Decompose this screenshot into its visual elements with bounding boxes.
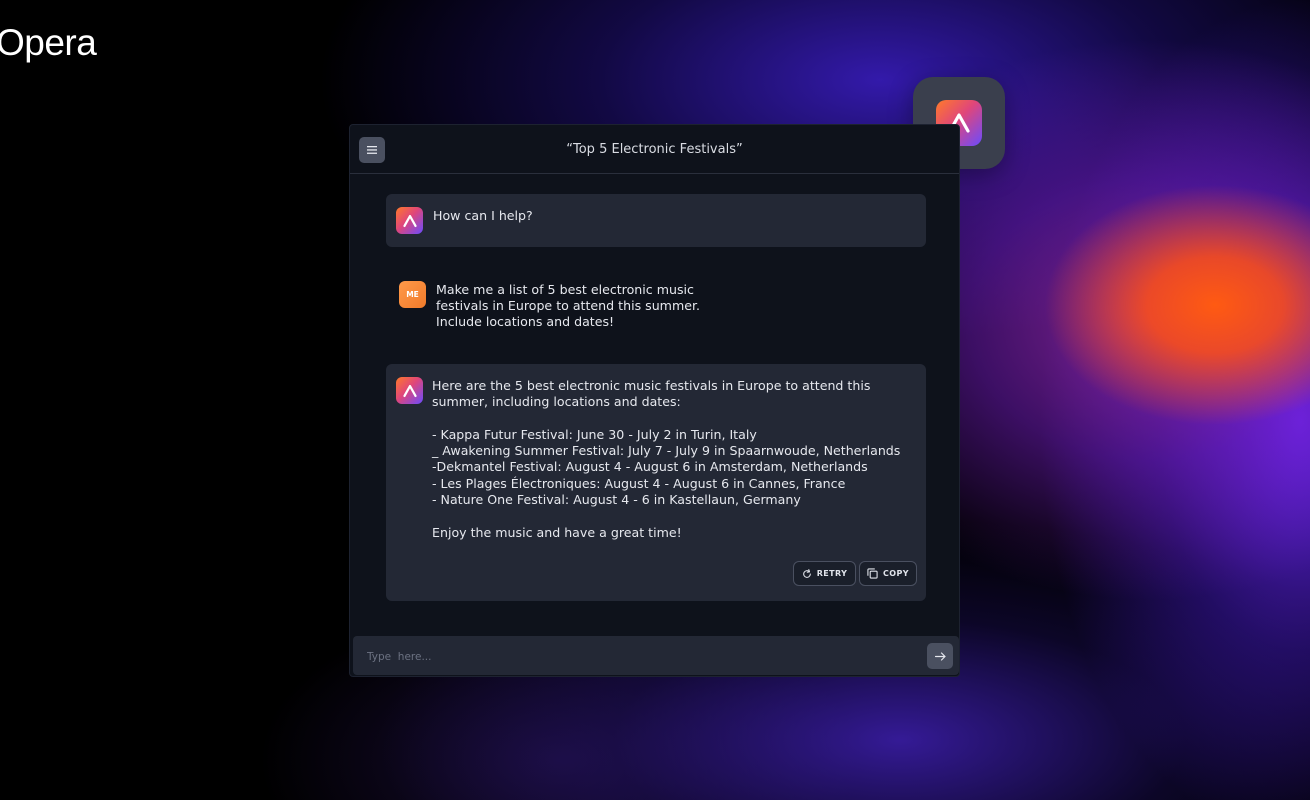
desktop-background: Opera “Top 5 Electronic Festivals” How c… <box>0 0 1310 800</box>
chat-panel: “Top 5 Electronic Festivals” How can I h… <box>349 124 960 677</box>
arrow-right-icon <box>934 651 946 661</box>
message-input[interactable] <box>365 636 909 676</box>
copy-label: COPY <box>883 569 909 578</box>
festival-list: - Kappa Futur Festival: June 30 - July 2… <box>432 427 900 508</box>
response-outro: Enjoy the music and have a great time! <box>432 525 682 540</box>
greeting-message: How can I help? <box>386 194 926 247</box>
list-item: -Dekmantel Festival: August 4 - August 6… <box>432 459 868 475</box>
user-avatar: ME <box>399 281 426 308</box>
chat-header: “Top 5 Electronic Festivals” <box>350 125 959 174</box>
message-composer <box>353 636 959 676</box>
response-message: Here are the 5 best electronic music fes… <box>386 364 926 601</box>
retry-label: RETRY <box>816 569 848 578</box>
list-item: _ Awakening Summer Festival: July 7 - Ju… <box>432 443 901 459</box>
list-item: - Les Plages Électroniques: August 4 - A… <box>432 475 846 491</box>
refresh-icon <box>802 568 811 578</box>
response-intro: Here are the 5 best electronic music fes… <box>432 378 871 410</box>
send-button[interactable] <box>927 643 953 669</box>
chat-title: “Top 5 Electronic Festivals” <box>566 142 743 157</box>
user-message-text: Make me a list of 5 best electronic musi… <box>436 282 700 330</box>
aria-avatar-icon <box>396 377 423 404</box>
copy-icon <box>867 568 878 579</box>
list-item: - Kappa Futur Festival: June 30 - July 2… <box>432 427 757 442</box>
copy-button[interactable]: COPY <box>859 561 917 586</box>
opera-logo: Opera <box>0 22 97 63</box>
retry-button[interactable]: RETRY <box>793 561 856 586</box>
greeting-text: How can I help? <box>433 208 533 223</box>
aria-avatar-icon <box>396 207 423 234</box>
list-item: - Nature One Festival: August 4 - 6 in K… <box>432 491 801 507</box>
